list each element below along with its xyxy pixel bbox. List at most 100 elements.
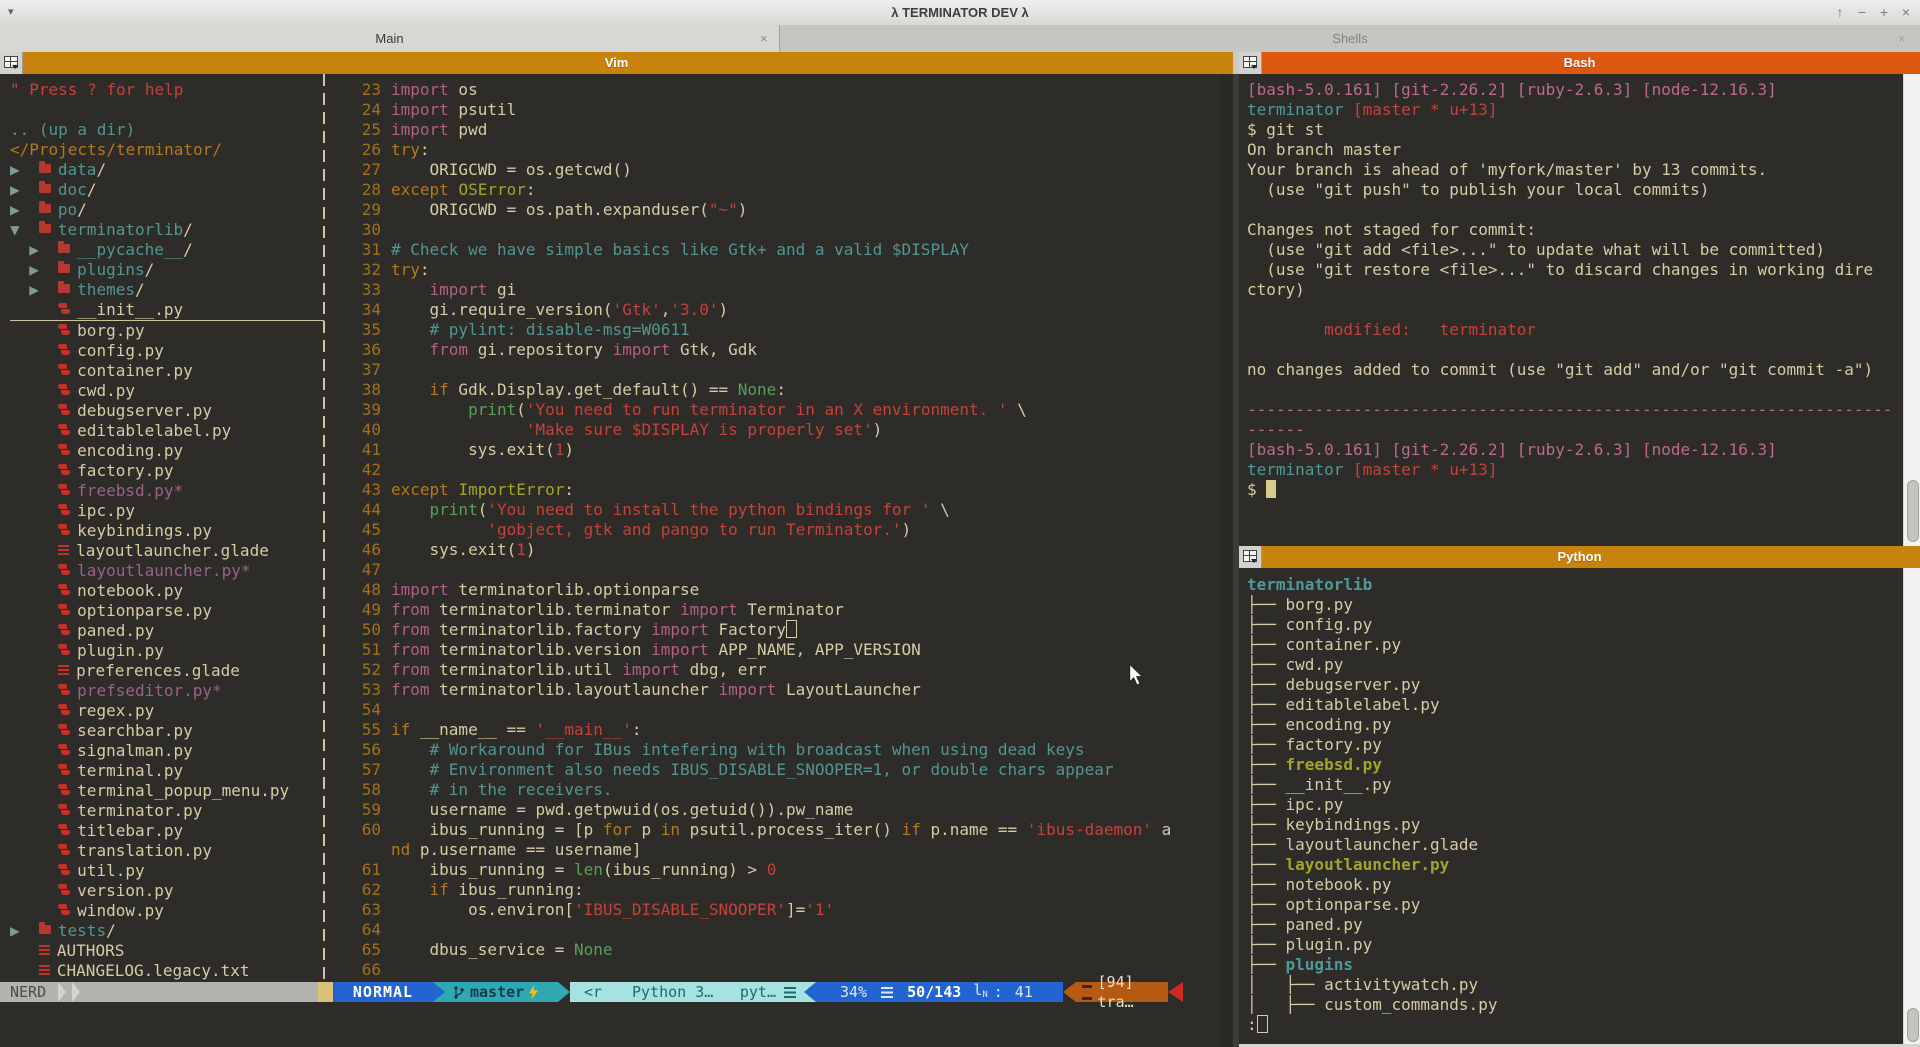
nerdtree-item[interactable]: notebook.py [10,581,324,601]
nerdtree-item[interactable]: searchbar.py [10,721,324,741]
vim-group-icon[interactable] [0,52,23,74]
code-line: 34 gi.require_version('Gtk','3.0') [334,300,1171,320]
restore-button[interactable]: ↑ [1830,0,1850,25]
nerdtree-item[interactable]: __init__.py [10,300,324,321]
python-scrollbar-handle[interactable] [1907,1008,1919,1042]
python-group-icon[interactable] [1239,546,1262,568]
line-number: 23 [334,80,381,100]
text-run: from [391,660,430,679]
text-run: if [391,720,410,739]
nerdtree-item[interactable]: AUTHORS [10,941,324,961]
py-icon [58,884,70,896]
nerdtree-item[interactable]: paned.py [10,621,324,641]
text-run: ) [526,540,536,559]
nerdtree-item[interactable] [10,100,324,120]
nerdtree-item[interactable]: ▼ terminatorlib/ [10,220,324,240]
window-titlebar[interactable]: ▾ λ TERMINATOR DEV λ ↑ − + × [0,0,1920,26]
text-run: ├── [1247,755,1286,774]
pane-splitter[interactable] [1233,74,1239,1047]
text-run [10,321,58,340]
text-run: except [391,180,458,199]
text-run: ▼ [10,220,39,239]
maximize-button[interactable]: + [1874,0,1894,25]
nerdtree-item[interactable]: .. (up a dir) [10,120,324,140]
text-run: 'IBUS_DISABLE_SNOOPER' [574,900,786,919]
nerdtree-item[interactable]: plugin.py [10,641,324,661]
pane-splitter[interactable] [1233,52,1239,74]
text-run: ) [902,520,912,539]
nerdtree-item[interactable]: config.py [10,341,324,361]
nerdtree-item[interactable]: signalman.py [10,741,324,761]
py-icon [58,464,70,476]
text-run: : [564,480,574,499]
tab-shells[interactable]: Shells × [780,25,1920,52]
terminal-line: Changes not staged for commit: [1247,220,1892,240]
nerdtree-item[interactable]: ▶ __pycache__/ [10,240,324,260]
nerdtree-item[interactable]: </Projects/terminator/ [10,140,324,160]
python-pane-title: Python [1557,549,1601,564]
text-run: │ ├── activitywatch.py [1247,975,1478,994]
text-run: ├── keybindings.py [1247,815,1420,834]
close-button[interactable]: × [1896,0,1916,25]
py-icon [58,604,70,616]
nerdtree-item[interactable]: optionparse.py [10,601,324,621]
text-run: ├── encoding.py [1247,715,1392,734]
nerdtree-item[interactable]: CHANGELOG.legacy.txt [10,961,324,981]
vim-scrollbar[interactable] [1219,74,1233,1047]
tab-main[interactable]: Main × [0,25,780,52]
nerdtree-item[interactable]: version.py [10,881,324,901]
nerdtree-item[interactable]: ▶ po/ [10,200,324,220]
text-run: no changes added to commit (use "git add… [1247,360,1873,379]
nerdtree-item[interactable]: ▶ doc/ [10,180,324,200]
bash-scrollbar[interactable] [1903,74,1920,546]
bash-pane-titlebar[interactable]: Bash [1239,52,1920,74]
nerdtree-item[interactable]: ▶ plugins/ [10,260,324,280]
nerdtree-item[interactable]: prefseditor.py* [10,681,324,701]
whitespace-icon [1082,985,1092,1000]
nerdtree-item[interactable]: cwd.py [10,381,324,401]
nerdtree-item[interactable]: layoutlauncher.py* [10,561,324,581]
nerdtree-item[interactable]: translation.py [10,841,324,861]
nerdtree-item[interactable]: keybindings.py [10,521,324,541]
nerdtree-item[interactable]: titlebar.py [10,821,324,841]
text-run: window.py [77,901,164,920]
tab-main-close-icon[interactable]: × [760,25,768,52]
text-run: ]= [786,900,805,919]
nerdtree-item[interactable]: layoutlauncher.glade [10,541,324,561]
nerdtree-item[interactable]: borg.py [10,321,324,341]
nerdtree-item[interactable]: freebsd.py* [10,481,324,501]
nerdtree-item[interactable]: ▶ tests/ [10,921,324,941]
python-scrollbar[interactable] [1903,568,1920,1044]
code-line: 66 [334,960,1171,980]
nerdtree-item[interactable]: preferences.glade [10,661,324,681]
vim-window-separator[interactable] [323,74,325,982]
nerdtree-item[interactable]: container.py [10,361,324,381]
tab-shells-close-icon[interactable]: × [1898,25,1906,52]
nerdtree-item[interactable]: encoding.py [10,441,324,461]
text-run: ▶ [10,180,39,199]
nerdtree-item[interactable]: ▶ data/ [10,160,324,180]
nerdtree-item[interactable]: ▶ themes/ [10,280,324,300]
vim-pane-titlebar[interactable]: Vim [0,52,1233,74]
nerdtree-item[interactable]: ipc.py [10,501,324,521]
nerdtree-item[interactable]: util.py [10,861,324,881]
nerdtree-item[interactable]: terminator.py [10,801,324,821]
nerdtree-item[interactable]: " Press ? for help [10,80,324,100]
vim-code-buffer[interactable]: 23import os24import psutil25import pwd26… [334,80,1171,980]
bash-scrollbar-handle[interactable] [1907,480,1919,542]
text-run: terminator [1247,100,1353,119]
nerdtree-item[interactable]: regex.py [10,701,324,721]
text-run: ├── container.py [1247,635,1401,654]
bash-group-icon[interactable] [1239,52,1262,74]
text-run [391,740,430,759]
nerdtree-item[interactable]: debugserver.py [10,401,324,421]
nerdtree-item[interactable]: window.py [10,901,324,921]
python-pane-titlebar[interactable]: Python [1239,546,1920,568]
terminal-line: On branch master [1247,140,1892,160]
nerdtree-item[interactable]: terminal.py [10,761,324,781]
nerdtree-item[interactable]: factory.py [10,461,324,481]
nerdtree-item[interactable]: editablelabel.py [10,421,324,441]
minimize-button[interactable]: − [1852,0,1872,25]
nerdtree-item[interactable]: terminal_popup_menu.py [10,781,324,801]
terminal-line: $ git st [1247,120,1892,140]
